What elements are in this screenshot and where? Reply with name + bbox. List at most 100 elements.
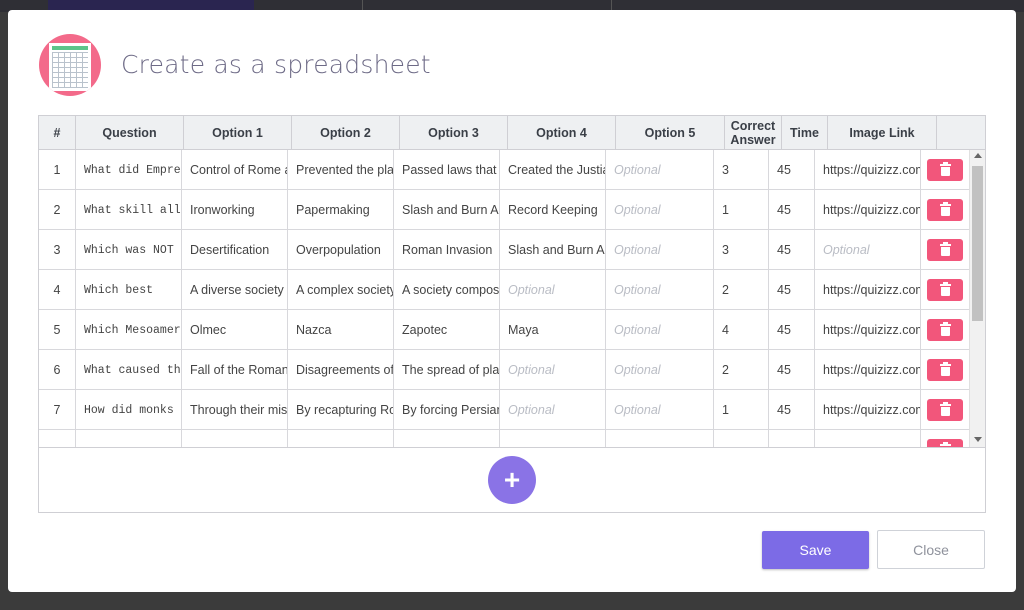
cell-opt3[interactable]: Slash and Burn Ag <box>394 190 500 230</box>
cell-image[interactable]: https://quizizz.com <box>815 350 921 390</box>
cell-opt2[interactable]: Nazca <box>288 310 394 350</box>
cell-time[interactable]: 45 <box>769 230 815 270</box>
cell-opt1[interactable]: Desertification <box>182 230 288 270</box>
cell-opt5[interactable]: Optional <box>606 270 714 310</box>
cell-opt2[interactable]: A complex society <box>288 270 394 310</box>
cell-image[interactable] <box>815 430 921 447</box>
cell-opt2[interactable]: Prevented the plag <box>288 150 394 190</box>
cell-opt3[interactable] <box>394 430 500 447</box>
cell-opt5[interactable]: Optional <box>606 310 714 350</box>
cell-opt1[interactable]: Control of Rome a <box>182 150 288 190</box>
cell-opt5[interactable]: Optional <box>606 190 714 230</box>
delete-row-button[interactable] <box>927 159 963 181</box>
cell-time[interactable]: 45 <box>769 150 815 190</box>
cell-opt4[interactable]: Record Keeping <box>500 190 606 230</box>
cell-question[interactable]: What skill allo <box>76 190 182 230</box>
cell-correct[interactable]: 3 <box>714 230 769 270</box>
cell-opt1[interactable]: A diverse society u <box>182 270 288 310</box>
table-scrollbar[interactable] <box>969 150 985 447</box>
cell-correct[interactable]: 3 <box>714 150 769 190</box>
cell-correct[interactable]: 2 <box>714 350 769 390</box>
cell-opt2[interactable]: By recapturing Ror <box>288 390 394 430</box>
spreadsheet-dialog: Create as a spreadsheet # Question Option … <box>8 10 1016 592</box>
cell-image[interactable]: https://quizizz.com <box>815 150 921 190</box>
delete-row-button[interactable] <box>927 439 963 447</box>
cell-opt5[interactable]: Optional <box>606 150 714 190</box>
cell-correct[interactable]: 2 <box>714 270 769 310</box>
cell-opt5[interactable]: Optional <box>606 390 714 430</box>
scroll-up-arrow-icon[interactable] <box>974 153 982 158</box>
cell-correct[interactable]: 1 <box>714 190 769 230</box>
cell-question[interactable]: Which Mesoameri <box>76 310 182 350</box>
cell-question[interactable]: How did monks h <box>76 390 182 430</box>
cell-opt4[interactable]: Optional <box>500 390 606 430</box>
delete-row-button[interactable] <box>927 399 963 421</box>
cell-image[interactable]: https://quizizz.com <box>815 390 921 430</box>
add-row-button[interactable]: + <box>488 456 536 504</box>
cell-question[interactable]: Which was NOT a <box>76 230 182 270</box>
cell-question[interactable]: Which best <box>76 270 182 310</box>
cell-opt4[interactable]: Created the Justiar <box>500 150 606 190</box>
scroll-thumb[interactable] <box>972 166 983 321</box>
scroll-down-arrow-icon[interactable] <box>974 437 982 442</box>
cell-num[interactable]: 4 <box>39 270 76 310</box>
cell-image[interactable]: https://quizizz.com <box>815 310 921 350</box>
cell-correct[interactable] <box>714 430 769 447</box>
cell-opt1[interactable] <box>182 430 288 447</box>
cell-question[interactable]: What did Empres <box>76 150 182 190</box>
cell-opt3[interactable]: By forcing Persians <box>394 390 500 430</box>
cell-num[interactable] <box>39 430 76 447</box>
cell-num[interactable]: 6 <box>39 350 76 390</box>
row-actions <box>921 230 969 270</box>
cell-opt1[interactable]: Olmec <box>182 310 288 350</box>
cell-time[interactable]: 45 <box>769 310 815 350</box>
cell-image[interactable]: Optional <box>815 230 921 270</box>
cell-image[interactable]: https://quizizz.com <box>815 270 921 310</box>
save-button[interactable]: Save <box>762 531 869 569</box>
cell-question[interactable] <box>76 430 182 447</box>
delete-row-button[interactable] <box>927 319 963 341</box>
cell-correct[interactable]: 4 <box>714 310 769 350</box>
cell-opt2[interactable]: Overpopulation <box>288 230 394 270</box>
cell-opt4[interactable]: Optional <box>500 270 606 310</box>
cell-opt2[interactable]: Papermaking <box>288 190 394 230</box>
cell-opt5[interactable] <box>606 430 714 447</box>
cell-time[interactable]: 45 <box>769 190 815 230</box>
cell-num[interactable]: 5 <box>39 310 76 350</box>
cell-opt1[interactable]: Fall of the Roman <box>182 350 288 390</box>
cell-num[interactable]: 3 <box>39 230 76 270</box>
cell-opt4[interactable]: Slash and Burn Ag <box>500 230 606 270</box>
close-button[interactable]: Close <box>877 530 985 569</box>
cell-opt1[interactable]: Through their miss <box>182 390 288 430</box>
cell-image[interactable]: https://quizizz.com <box>815 190 921 230</box>
delete-row-button[interactable] <box>927 199 963 221</box>
cell-opt4[interactable]: Optional <box>500 350 606 390</box>
delete-row-button[interactable] <box>927 359 963 381</box>
delete-row-button[interactable] <box>927 279 963 301</box>
cell-time[interactable] <box>769 430 815 447</box>
cell-opt3[interactable]: The spread of plag <box>394 350 500 390</box>
cell-opt3[interactable]: Passed laws that g <box>394 150 500 190</box>
cell-time[interactable]: 45 <box>769 350 815 390</box>
cell-num[interactable]: 7 <box>39 390 76 430</box>
cell-question[interactable]: What caused the <box>76 350 182 390</box>
cell-correct[interactable]: 1 <box>714 390 769 430</box>
table-row <box>39 430 969 447</box>
cell-opt5[interactable]: Optional <box>606 350 714 390</box>
cell-opt1[interactable]: Ironworking <box>182 190 288 230</box>
cell-opt4[interactable] <box>500 430 606 447</box>
cell-opt4[interactable]: Maya <box>500 310 606 350</box>
cell-time[interactable]: 45 <box>769 270 815 310</box>
cell-opt2[interactable]: Disagreements of I <box>288 350 394 390</box>
row-actions <box>921 430 969 447</box>
cell-opt3[interactable]: Roman Invasion <box>394 230 500 270</box>
cell-opt5[interactable]: Optional <box>606 230 714 270</box>
cell-time[interactable]: 45 <box>769 390 815 430</box>
cell-opt3[interactable]: Zapotec <box>394 310 500 350</box>
cell-num[interactable]: 1 <box>39 150 76 190</box>
cell-num[interactable]: 2 <box>39 190 76 230</box>
cell-opt3[interactable]: A society compose <box>394 270 500 310</box>
cell-opt2[interactable] <box>288 430 394 447</box>
delete-row-button[interactable] <box>927 239 963 261</box>
column-header: Option 1 <box>184 116 292 150</box>
